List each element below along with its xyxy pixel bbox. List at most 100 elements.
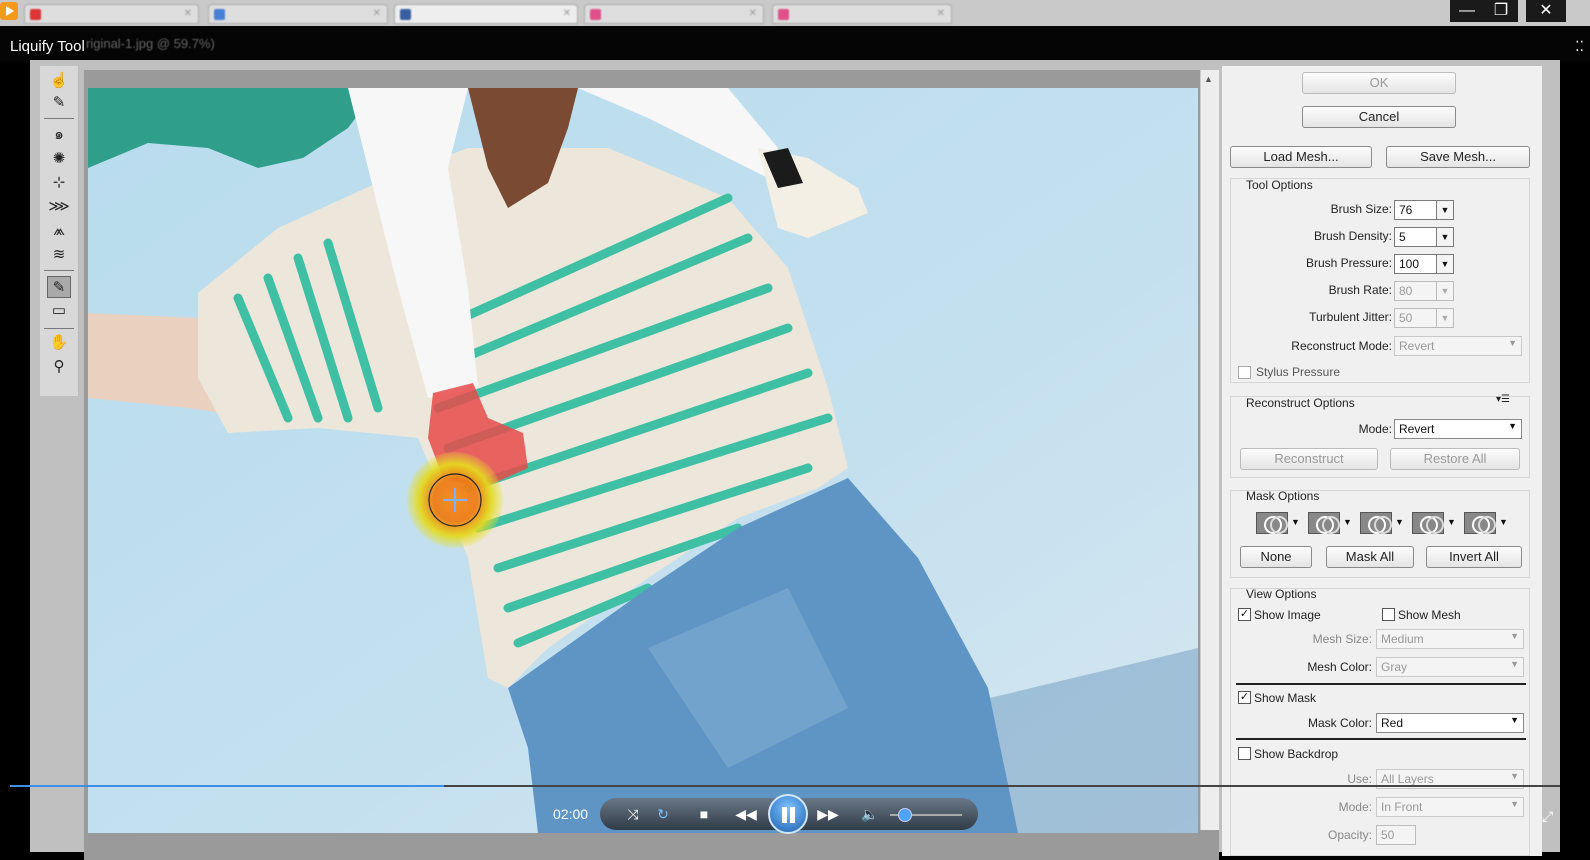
reconstruct-mode-label: Reconstruct Mode: <box>1291 339 1392 353</box>
browser-tab-active[interactable]: ✕ <box>394 4 578 24</box>
canvas-vertical-scrollbar[interactable]: ▲ <box>1200 70 1219 830</box>
browser-tab[interactable]: ✕ <box>208 4 388 24</box>
opacity-input[interactable]: 50 <box>1376 825 1416 845</box>
liquify-toolbar: ☝ ✎ ๑ ✺ ⊹ ⋙ ⩕ ≋ ✎ ▭ ✋ ⚲ <box>40 66 79 396</box>
chevron-down-icon: ▼ <box>1510 799 1519 809</box>
volume-icon[interactable]: 🔈 <box>860 804 880 824</box>
mesh-size-label: Mesh Size: <box>1312 632 1372 646</box>
thaw-mask-tool-icon[interactable]: ▭ <box>47 300 71 322</box>
turbulent-jitter-dropdown-icon[interactable]: ▼ <box>1436 308 1454 328</box>
brush-rate-input[interactable]: 80 <box>1394 281 1440 301</box>
tab-favicon-icon <box>778 9 789 20</box>
scroll-up-icon[interactable]: ▲ <box>1204 74 1213 84</box>
mask-invert-button[interactable]: ▼ <box>1464 512 1510 534</box>
pucker-tool-icon[interactable]: ✺ <box>47 148 71 170</box>
turbulent-jitter-input[interactable]: 50 <box>1394 308 1440 328</box>
section-divider <box>1236 683 1526 685</box>
close-button[interactable]: ✕ <box>1526 0 1566 22</box>
bloat-tool-icon[interactable]: ⊹ <box>47 172 71 194</box>
push-left-tool-icon[interactable]: ⋙ <box>47 196 71 218</box>
mesh-size-select[interactable]: Medium ▼ <box>1376 629 1524 649</box>
chevron-down-icon: ▼ <box>1510 631 1519 641</box>
hand-tool-icon[interactable]: ✋ <box>47 332 71 354</box>
browser-tab[interactable]: ✕ <box>584 4 764 24</box>
brush-density-input[interactable]: 5 <box>1394 227 1440 247</box>
reconstruct-mode-dropdown[interactable]: Revert ▼ <box>1394 419 1522 439</box>
backdrop-mode-select[interactable]: In Front ▼ <box>1376 797 1524 817</box>
mesh-color-select[interactable]: Gray ▼ <box>1376 657 1524 677</box>
stylus-pressure-checkbox[interactable] <box>1238 366 1251 379</box>
mask-none-button[interactable]: None <box>1240 546 1312 568</box>
brush-rate-label: Brush Rate: <box>1328 283 1392 297</box>
brush-pressure-label: Brush Pressure: <box>1305 256 1392 270</box>
mode-label: Mode: <box>1358 422 1392 436</box>
brush-density-dropdown-icon[interactable]: ▼ <box>1436 227 1454 247</box>
reconstruct-button[interactable]: Reconstruct <box>1240 448 1378 470</box>
load-mesh-button[interactable]: Load Mesh... <box>1230 146 1372 168</box>
chevron-down-icon: ▼ <box>1447 517 1456 527</box>
shuffle-icon[interactable]: ⤨ <box>623 804 643 824</box>
maximize-button[interactable]: ❐ <box>1484 0 1518 22</box>
tab-favicon-icon <box>400 9 411 20</box>
media-player-icon[interactable] <box>0 2 18 20</box>
brush-density-label: Brush Density: <box>1313 229 1392 243</box>
brush-pressure-dropdown-icon[interactable]: ▼ <box>1436 254 1454 274</box>
twirl-tool-icon[interactable]: ๑ <box>47 124 71 146</box>
chevron-down-icon: ▼ <box>1343 517 1352 527</box>
restore-all-button[interactable]: Restore All <box>1390 448 1520 470</box>
next-icon[interactable]: ▶▶ <box>816 804 840 824</box>
brush-pressure-input[interactable]: 100 <box>1394 254 1440 274</box>
previous-icon[interactable]: ◀◀ <box>734 804 758 824</box>
pause-button[interactable] <box>768 794 808 834</box>
reconstruct-tool-icon[interactable]: ✎ <box>47 92 71 114</box>
seek-bar-progress <box>10 785 444 787</box>
mask-replace-button[interactable]: ▼ <box>1256 512 1302 534</box>
show-mesh-label: Show Mesh <box>1398 608 1461 622</box>
browser-tab[interactable]: ✕ <box>772 4 952 24</box>
mask-subtract-button[interactable]: ▼ <box>1360 512 1406 534</box>
tool-separator <box>44 328 74 329</box>
browser-tab[interactable]: ✕ <box>24 4 199 24</box>
invert-all-button[interactable]: Invert All <box>1426 546 1522 568</box>
show-backdrop-checkbox[interactable] <box>1238 747 1251 760</box>
save-mesh-button[interactable]: Save Mesh... <box>1386 146 1530 168</box>
panel-menu-icon[interactable]: ▾☰ <box>1496 394 1510 405</box>
show-image-label: Show Image <box>1254 608 1321 622</box>
show-mesh-checkbox[interactable] <box>1382 608 1395 621</box>
preview-canvas[interactable] <box>88 88 1198 833</box>
fullscreen-icon[interactable]: ⤢ <box>1542 808 1553 825</box>
stop-icon[interactable]: ■ <box>694 804 714 824</box>
reconstruct-mode-select[interactable]: Revert ▼ <box>1394 336 1522 356</box>
mask-intersect-button[interactable]: ▼ <box>1412 512 1458 534</box>
fullscreen-corner-icon[interactable]: ⁚⁚ <box>1575 38 1584 55</box>
ok-button[interactable]: OK <box>1302 72 1456 94</box>
use-label: Use: <box>1347 772 1372 786</box>
zoom-tool-icon[interactable]: ⚲ <box>47 356 71 378</box>
show-image-checkbox[interactable]: ✓ <box>1238 608 1251 621</box>
chevron-down-icon: ▼ <box>1499 517 1508 527</box>
mask-intersect-icon <box>1412 512 1444 534</box>
repeat-icon[interactable]: ↻ <box>653 804 673 824</box>
turbulent-jitter-label: Turbulent Jitter: <box>1309 310 1392 324</box>
tab-close-icon[interactable]: ✕ <box>937 8 945 19</box>
tab-close-icon[interactable]: ✕ <box>563 8 571 19</box>
forward-warp-tool-icon[interactable]: ☝ <box>47 70 71 92</box>
tab-close-icon[interactable]: ✕ <box>184 8 192 19</box>
show-backdrop-label: Show Backdrop <box>1254 747 1339 761</box>
chevron-down-icon: ▼ <box>1510 659 1519 669</box>
turbulence-tool-icon[interactable]: ≋ <box>47 244 71 266</box>
show-mask-checkbox[interactable]: ✓ <box>1238 691 1251 704</box>
freeze-mask-tool-icon[interactable]: ✎ <box>47 276 71 298</box>
mask-all-button[interactable]: Mask All <box>1326 546 1414 568</box>
tool-options-title: Tool Options <box>1246 178 1313 192</box>
brush-size-input[interactable]: 76 <box>1394 200 1440 220</box>
brush-size-dropdown-icon[interactable]: ▼ <box>1436 200 1454 220</box>
mask-color-select[interactable]: Red ▼ <box>1376 713 1524 733</box>
tab-close-icon[interactable]: ✕ <box>373 8 381 19</box>
brush-rate-dropdown-icon[interactable]: ▼ <box>1436 281 1454 301</box>
tab-close-icon[interactable]: ✕ <box>749 8 757 19</box>
mirror-tool-icon[interactable]: ⩕ <box>47 220 71 242</box>
mask-add-button[interactable]: ▼ <box>1308 512 1354 534</box>
cancel-button[interactable]: Cancel <box>1302 106 1456 128</box>
minimize-button[interactable]: — <box>1450 0 1484 22</box>
